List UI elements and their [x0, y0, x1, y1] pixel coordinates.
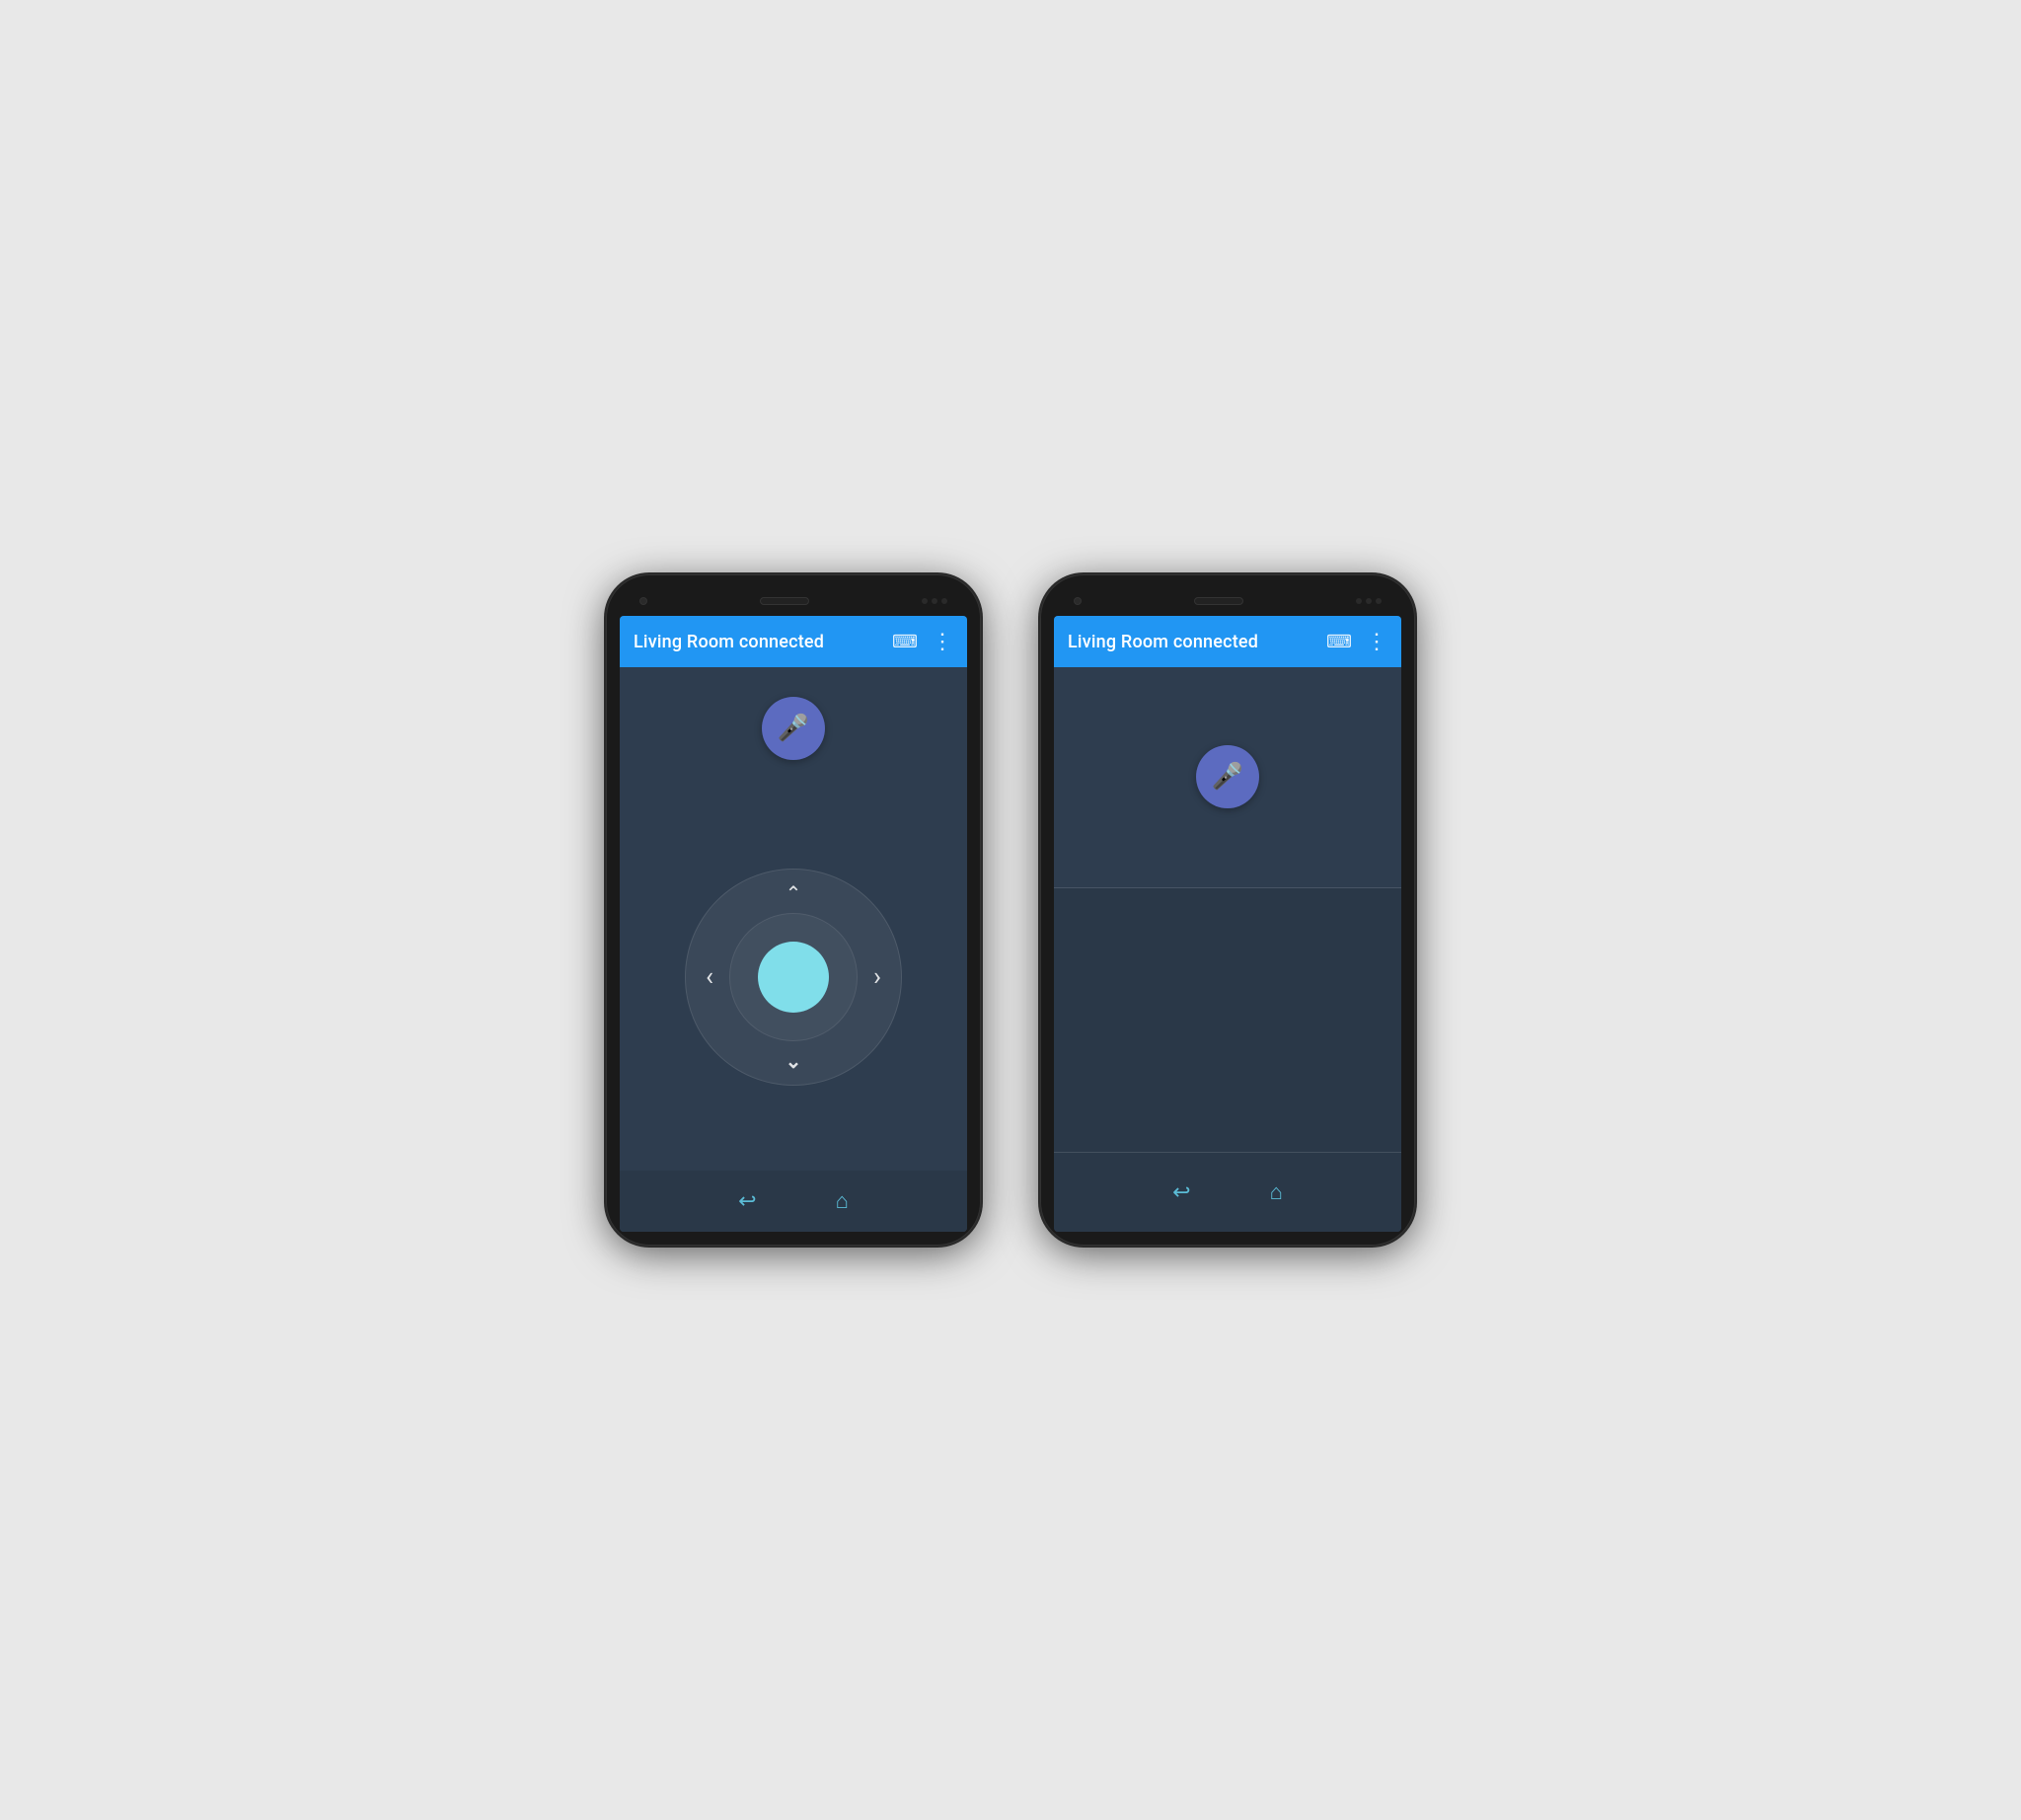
- dot-6: [1376, 598, 1382, 604]
- status-dots-1: [922, 598, 947, 604]
- app-bar-title-2: Living Room connected: [1068, 632, 1326, 652]
- dpad-left-button-1[interactable]: [695, 962, 724, 992]
- chevron-left-icon-1: [706, 962, 713, 992]
- back-button-2[interactable]: [1172, 1180, 1190, 1205]
- mic-button-2[interactable]: 🎤: [1196, 745, 1259, 808]
- dpad-center-button-1[interactable]: [758, 942, 829, 1013]
- dot-2: [932, 598, 937, 604]
- chevron-down-icon-1: [786, 1049, 802, 1073]
- camera-1: [639, 597, 647, 605]
- chevron-right-icon-1: [873, 962, 881, 992]
- dpad-right-button-1[interactable]: [862, 962, 892, 992]
- mic-section-2: 🎤: [1054, 667, 1401, 888]
- screen-2: Living Room connected 🎤: [1054, 616, 1401, 1232]
- dot-4: [1356, 598, 1362, 604]
- status-dots-2: [1356, 598, 1382, 604]
- dot-3: [941, 598, 947, 604]
- screen-1: Living Room connected 🎤: [620, 616, 967, 1232]
- mic-button-1[interactable]: 🎤: [762, 697, 825, 760]
- back-button-1[interactable]: [738, 1189, 756, 1214]
- phone-2: Living Room connected 🎤: [1040, 574, 1415, 1246]
- speaker-2: [1194, 597, 1243, 605]
- more-options-icon-1[interactable]: [932, 630, 953, 654]
- phones-container: Living Room connected 🎤: [606, 574, 1415, 1246]
- more-options-icon-2[interactable]: [1366, 630, 1387, 654]
- screen-content-1: 🎤: [620, 667, 967, 1232]
- content-section-2: [1054, 888, 1401, 1153]
- keyboard-icon-2[interactable]: [1326, 632, 1352, 652]
- app-bar-title-1: Living Room connected: [634, 632, 892, 652]
- dot-5: [1366, 598, 1372, 604]
- dpad-down-button-1[interactable]: [779, 1046, 808, 1076]
- bottom-nav-1: [620, 1171, 967, 1232]
- home-button-2[interactable]: [1270, 1179, 1283, 1205]
- camera-2: [1074, 597, 1082, 605]
- phone-1: Living Room connected 🎤: [606, 574, 981, 1246]
- dot-1: [922, 598, 928, 604]
- home-button-1[interactable]: [836, 1188, 849, 1214]
- app-bar-actions-1: [892, 630, 953, 654]
- bottom-nav-2: [1054, 1153, 1401, 1232]
- app-bar-2: Living Room connected: [1054, 616, 1401, 667]
- app-bar-actions-2: [1326, 630, 1387, 654]
- speaker-1: [760, 597, 809, 605]
- phone-top-bar-1: [620, 588, 967, 616]
- app-bar-1: Living Room connected: [620, 616, 967, 667]
- phone-top-bar-2: [1054, 588, 1401, 616]
- keyboard-icon-1[interactable]: [892, 632, 918, 652]
- dpad-1: [685, 869, 902, 1086]
- mic-icon-2: 🎤: [1212, 762, 1243, 792]
- dpad-section-1: [620, 784, 967, 1171]
- mic-section-1: 🎤: [620, 667, 967, 784]
- mic-icon-1: 🎤: [778, 714, 809, 743]
- chevron-up-icon-1: [786, 881, 802, 905]
- dpad-up-button-1[interactable]: [779, 878, 808, 908]
